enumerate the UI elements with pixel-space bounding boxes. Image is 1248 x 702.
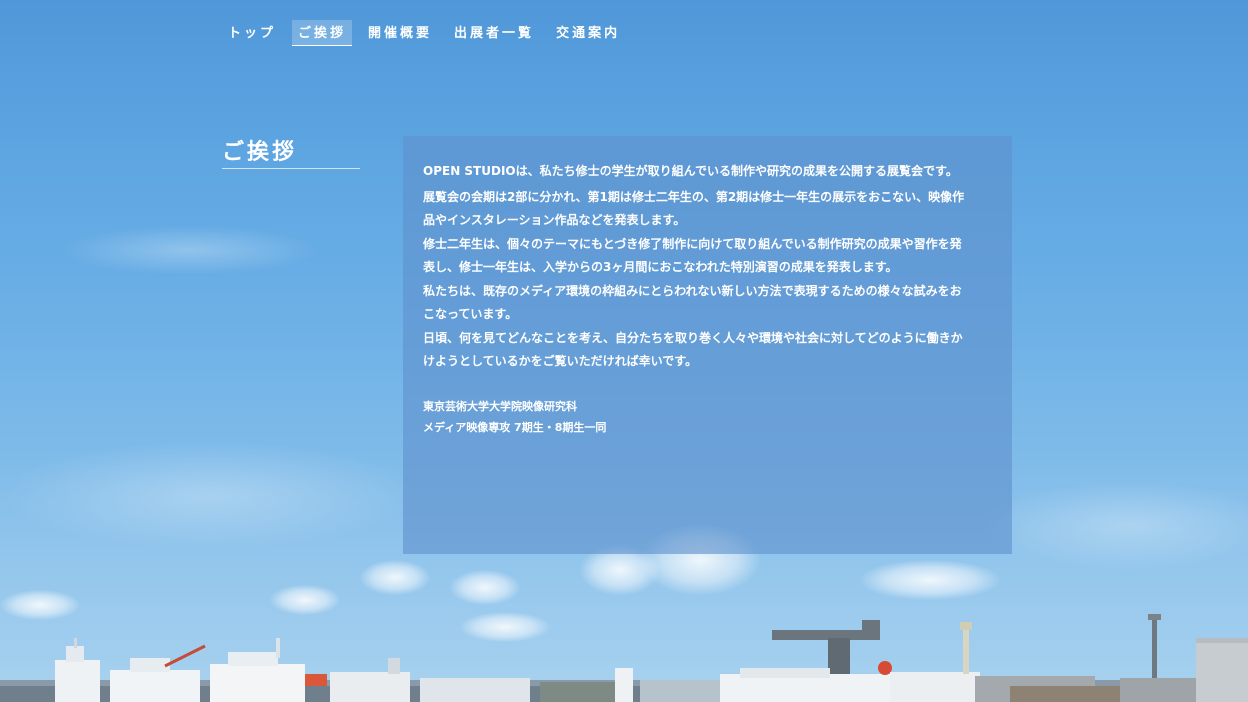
greeting-line: 展覧会の会期は2部に分かれ、第1期は修士二年生の、第2期は修士一年生の展示をおこ… bbox=[423, 189, 965, 204]
signature-line: メディア映像専攻 7期生・8期生一同 bbox=[423, 420, 607, 434]
greeting-line: 日頃、何を見てどんなことを考え、自分たちを取り巻く人々や環境や社会に対してどのよ… bbox=[423, 330, 963, 345]
nav-item-access[interactable]: 交通案内 bbox=[550, 20, 626, 46]
sky-haze bbox=[60, 225, 320, 275]
greeting-line: こなっています。 bbox=[423, 307, 518, 321]
sky-haze bbox=[980, 480, 1248, 570]
page-title: ご挨拶 bbox=[222, 134, 360, 169]
sky-haze bbox=[0, 440, 420, 550]
signature: 東京芸術大学大学院映像研究科 メディア映像専攻 7期生・8期生一同 bbox=[423, 396, 992, 438]
greeting-line: 表し、修士一年生は、入学からの3ヶ月間におこなわれた特別演習の成果を発表します。 bbox=[423, 260, 898, 274]
greeting-panel: OPEN STUDIOは、私たち修士の学生が取り組んでいる制作や研究の成果を公開… bbox=[403, 136, 1012, 554]
global-nav: トップ ご挨拶 開催概要 出展者一覧 交通案内 bbox=[222, 20, 636, 46]
nav-item-overview[interactable]: 開催概要 bbox=[362, 20, 438, 46]
greeting-line: 修士二年生は、個々のテーマにもとづき修了制作に向けて取り組んでいる制作研究の成果… bbox=[423, 236, 962, 251]
greeting-line: OPEN STUDIOは、私たち修士の学生が取り組んでいる制作や研究の成果を公開… bbox=[423, 164, 958, 178]
harbor-skyline-image bbox=[0, 614, 1248, 702]
cloud bbox=[450, 570, 520, 605]
nav-item-top[interactable]: トップ bbox=[222, 20, 282, 46]
signature-line: 東京芸術大学大学院映像研究科 bbox=[423, 399, 577, 413]
cloud bbox=[860, 560, 1000, 600]
cloud bbox=[360, 560, 430, 595]
greeting-line: 私たちは、既存のメディア環境の枠組みにとらわれない新しい方法で表現するための様々… bbox=[423, 283, 962, 298]
greeting-line: けようとしているかをご覧いただければ幸いです。 bbox=[423, 354, 698, 368]
nav-item-exhibitors[interactable]: 出展者一覧 bbox=[448, 20, 540, 46]
greeting-text: OPEN STUDIOは、私たち修士の学生が取り組んでいる制作や研究の成果を公開… bbox=[423, 160, 992, 374]
greeting-line: 品やインスタレーション作品などを発表します。 bbox=[423, 213, 686, 227]
nav-item-greeting[interactable]: ご挨拶 bbox=[292, 20, 353, 46]
